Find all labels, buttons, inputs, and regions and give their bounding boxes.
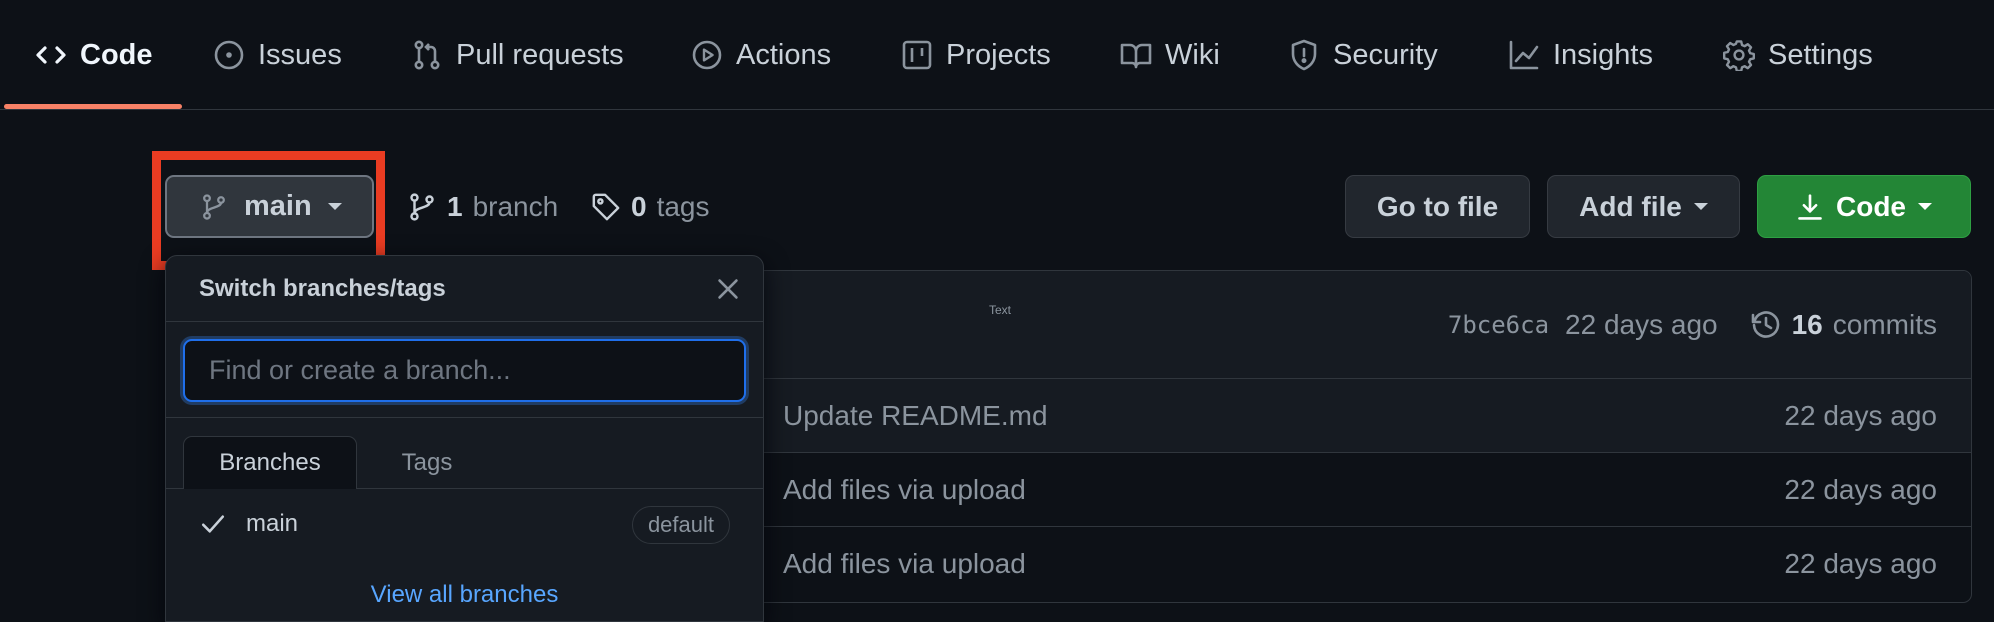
tab-actions-label: Actions: [736, 38, 832, 71]
chevron-down-icon: [1693, 203, 1708, 210]
dropdown-search-wrap: [166, 322, 763, 418]
commit-meta: 7bce6ca 22 days ago 16 commits: [1448, 271, 1937, 379]
commit-message[interactable]: Add files via upload: [783, 527, 1026, 601]
tab-security[interactable]: Security: [1288, 0, 1438, 110]
dropdown-tabs: Branches Tags: [166, 418, 763, 490]
chevron-down-icon: [327, 203, 342, 210]
tab-tags[interactable]: Tags: [357, 436, 497, 490]
repo-nav: Code Issues Pull requests Actions Projec…: [0, 0, 1994, 110]
branch-word: branch: [472, 191, 559, 222]
branch-name: main: [246, 510, 299, 537]
row-time: 22 days ago: [1784, 400, 1937, 431]
add-file-button[interactable]: Add file: [1547, 175, 1740, 238]
code-button[interactable]: Code: [1757, 175, 1971, 238]
tab-settings-label: Settings: [1768, 38, 1873, 71]
tab-wiki-label: Wiki: [1165, 38, 1220, 71]
file-list: Text 7bce6ca 22 days ago 16 commits Upda…: [720, 270, 1972, 603]
play-icon: [691, 39, 723, 71]
commit-time: 22 days ago: [1565, 309, 1718, 340]
list-item[interactable]: main default: [166, 489, 763, 559]
code-button-label: Code: [1836, 190, 1906, 222]
row-time: 22 days ago: [1784, 548, 1937, 579]
dropdown-title: Switch branches/tags: [199, 275, 446, 302]
code-icon: [35, 39, 67, 71]
branches-link[interactable]: 1 branch: [407, 182, 558, 232]
commits-link[interactable]: 16 commits: [1750, 309, 1937, 341]
go-to-file-button[interactable]: Go to file: [1345, 175, 1530, 238]
commit-message[interactable]: Update README.md: [783, 379, 1048, 453]
tab-security-label: Security: [1333, 38, 1438, 71]
tab-code-label: Code: [80, 38, 153, 71]
go-to-file-label: Go to file: [1376, 190, 1499, 222]
table-icon: [901, 39, 933, 71]
commit-sha[interactable]: 7bce6ca: [1448, 311, 1549, 339]
tab-code[interactable]: Code: [35, 0, 153, 110]
view-all-branches-link[interactable]: View all branches: [166, 567, 763, 621]
row-time: 22 days ago: [1784, 474, 1937, 505]
tag-word: tags: [656, 191, 710, 222]
tags-link[interactable]: 0 tags: [591, 182, 710, 232]
branch-count: 1: [447, 191, 463, 222]
tab-pull-requests[interactable]: Pull requests: [411, 0, 624, 110]
tab-projects[interactable]: Projects: [901, 0, 1051, 110]
table-row[interactable]: Update README.md 22 days ago: [721, 379, 1971, 453]
tab-wiki[interactable]: Wiki: [1120, 0, 1220, 110]
selected-tab-underline: [4, 104, 182, 109]
book-icon: [1120, 39, 1152, 71]
tag-icon: [591, 192, 621, 222]
dropdown-header: Switch branches/tags: [166, 256, 763, 322]
add-file-label: Add file: [1579, 190, 1682, 222]
tab-pull-requests-label: Pull requests: [456, 38, 624, 71]
issue-opened-icon: [213, 39, 245, 71]
table-row[interactable]: Add files via upload 22 days ago: [721, 527, 1971, 601]
tab-issues-label: Issues: [258, 38, 342, 71]
current-branch-label: main: [244, 190, 312, 222]
branch-dropdown: Switch branches/tags Branches Tags main …: [165, 255, 764, 622]
tab-issues[interactable]: Issues: [213, 0, 342, 110]
branch-list: main default View all branches: [166, 489, 763, 621]
graph-icon: [1508, 39, 1540, 71]
latest-commit-header: Text 7bce6ca 22 days ago 16 commits: [721, 271, 1971, 379]
commit-count: 16: [1791, 309, 1823, 340]
close-icon[interactable]: [713, 274, 743, 304]
check-icon: [200, 511, 226, 537]
tab-settings[interactable]: Settings: [1723, 0, 1873, 110]
table-row[interactable]: Add files via upload 22 days ago: [721, 453, 1971, 527]
tiny-text: Text: [989, 303, 1012, 317]
git-pull-request-icon: [411, 39, 443, 71]
shield-icon: [1288, 39, 1320, 71]
branch-filter-input[interactable]: [183, 339, 746, 402]
commit-message[interactable]: Add files via upload: [783, 453, 1026, 527]
default-badge: default: [631, 506, 730, 544]
git-branch-icon: [407, 192, 437, 222]
gear-icon: [1723, 39, 1755, 71]
commit-word: commits: [1832, 309, 1937, 340]
tab-branches[interactable]: Branches: [183, 436, 357, 490]
git-branch-icon: [200, 193, 228, 221]
branch-select-button[interactable]: main: [165, 175, 374, 238]
tab-insights-label: Insights: [1553, 38, 1653, 71]
tab-actions[interactable]: Actions: [691, 0, 831, 110]
tab-insights[interactable]: Insights: [1508, 0, 1653, 110]
chevron-down-icon: [1918, 203, 1932, 210]
tab-projects-label: Projects: [946, 38, 1051, 71]
history-icon: [1750, 309, 1782, 341]
download-icon: [1796, 193, 1824, 221]
tag-count: 0: [631, 191, 647, 222]
